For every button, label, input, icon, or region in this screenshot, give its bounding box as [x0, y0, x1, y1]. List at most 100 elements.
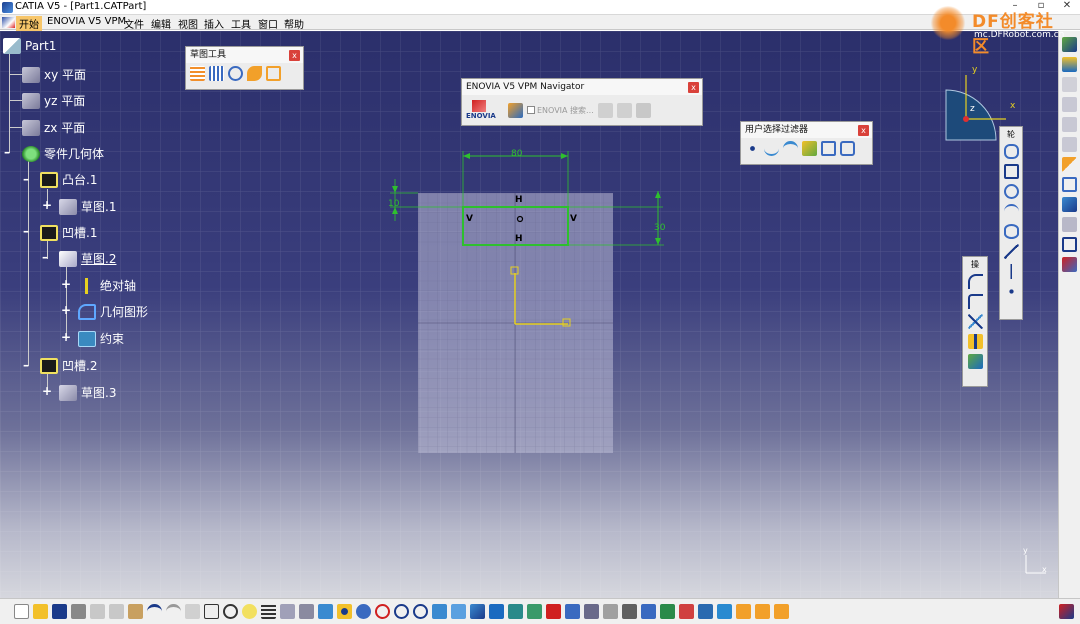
construction-element-icon[interactable]: [228, 66, 243, 81]
whats-this-icon[interactable]: [185, 604, 200, 619]
user-selection-filter-toolbar[interactable]: 用户选择过滤器 x: [740, 121, 873, 165]
tree-collapse-icon[interactable]: –: [4, 146, 14, 158]
profile-toolbar[interactable]: 轮: [999, 126, 1023, 320]
menu-enovia[interactable]: ENOVIA V5 VPM: [47, 16, 126, 27]
visualization-icon[interactable]: [1062, 137, 1077, 152]
menu-file[interactable]: 文件: [124, 16, 144, 31]
tree-expand-icon[interactable]: +: [61, 278, 71, 290]
sketch-analysis-icon[interactable]: [1062, 117, 1077, 132]
sketch-solving-icon[interactable]: [1062, 197, 1077, 212]
dimension-height[interactable]: 30: [654, 223, 665, 233]
fit-all-icon[interactable]: [337, 604, 352, 619]
measure-inertia-icon[interactable]: [584, 604, 599, 619]
enovia-search-option[interactable]: ENOVIA 搜索...: [527, 105, 594, 116]
tree-item-sketch-1[interactable]: 草图.1: [59, 198, 116, 215]
isometric-view-icon[interactable]: [470, 604, 485, 619]
dress-up-icon[interactable]: [755, 604, 770, 619]
menu-window[interactable]: 窗口: [258, 16, 278, 31]
curve-filter-icon[interactable]: [764, 141, 779, 156]
print-icon[interactable]: [71, 604, 86, 619]
tree-item-pocket-1[interactable]: 凹槽.1: [40, 224, 97, 241]
operation-toolbar[interactable]: 操: [962, 256, 988, 387]
mirror-icon[interactable]: [967, 334, 983, 349]
constraint-horizontal-top[interactable]: H: [515, 195, 523, 205]
boolean-operation-icon[interactable]: [736, 604, 751, 619]
constraint-vertical-left[interactable]: V: [466, 214, 473, 224]
operation-toolbar-title[interactable]: 操: [971, 261, 979, 269]
formula-icon[interactable]: [204, 604, 219, 619]
circle-icon[interactable]: [1003, 184, 1019, 199]
user-filter-title[interactable]: 用户选择过滤器: [741, 122, 872, 138]
snap-to-point-icon[interactable]: [209, 66, 224, 81]
cut-icon[interactable]: [90, 604, 105, 619]
measure-item-icon[interactable]: [565, 604, 580, 619]
user-filter-close-button[interactable]: x: [858, 125, 869, 136]
copy-icon[interactable]: [109, 604, 124, 619]
constraint-vertical-right[interactable]: V: [570, 214, 577, 224]
tree-expand-icon[interactable]: +: [42, 385, 52, 397]
auto-constraint-icon[interactable]: [1062, 237, 1077, 252]
cut-part-by-sketch-plane-icon[interactable]: [1062, 97, 1077, 112]
tree-expand-icon[interactable]: +: [61, 304, 71, 316]
point-icon[interactable]: [1003, 284, 1019, 299]
enovia-send-icon[interactable]: [508, 102, 523, 118]
ellipse-icon[interactable]: [1003, 224, 1019, 239]
zoom-out-icon[interactable]: [413, 604, 428, 619]
tree-item-zx-plane[interactable]: zx 平面: [22, 119, 85, 136]
part-body-icon[interactable]: [717, 604, 732, 619]
hide-show-icon[interactable]: [508, 604, 523, 619]
enovia-navigator-toolbar[interactable]: ENOVIA V5 VPM Navigator x ENOVIA ENOVIA …: [461, 78, 703, 126]
sketch-tools-title[interactable]: 草图工具: [186, 47, 303, 63]
dimension-width[interactable]: 80: [511, 149, 522, 159]
transformation-icon[interactable]: [774, 604, 789, 619]
menu-help[interactable]: 帮助: [284, 16, 304, 31]
geometric-element-filter-icon[interactable]: [840, 141, 855, 156]
geometric-constraints-icon[interactable]: [247, 66, 262, 81]
select-arrow-icon[interactable]: [1062, 157, 1077, 172]
enovia-disconnect-icon[interactable]: [616, 102, 632, 118]
tree-item-absolute-axis[interactable]: 绝对轴: [78, 277, 136, 294]
tree-item-pad-1[interactable]: 凸台.1: [40, 171, 97, 188]
profile-toolbar-title[interactable]: 轮: [1007, 131, 1015, 139]
profile-icon[interactable]: [1003, 144, 1019, 159]
surface-filter-icon[interactable]: [783, 141, 798, 156]
dimensional-constraints-icon[interactable]: [266, 66, 281, 81]
tree-item-pocket-2[interactable]: 凹槽.2: [40, 357, 97, 374]
project-3d-elements-icon[interactable]: [967, 354, 983, 369]
line-icon[interactable]: [1003, 244, 1019, 259]
tree-item-geometry[interactable]: 几何图形: [78, 303, 148, 320]
sketch-tools-toolbar[interactable]: 草图工具 x: [185, 46, 304, 90]
tree-item-sketch-2[interactable]: 草图.2: [59, 250, 116, 267]
fly-mode-icon[interactable]: [318, 604, 333, 619]
animate-constraint-icon[interactable]: [1062, 257, 1077, 272]
zoom-in-icon[interactable]: [394, 604, 409, 619]
menu-start[interactable]: 开始: [16, 16, 42, 31]
enovia-navigator-close-button[interactable]: x: [688, 82, 699, 93]
measure-icon[interactable]: [546, 604, 561, 619]
enovia-refresh-icon[interactable]: [597, 102, 613, 118]
volume-filter-icon[interactable]: [802, 141, 817, 156]
edit-multi-constraint-icon[interactable]: [1062, 217, 1077, 232]
rotate-icon[interactable]: [375, 604, 390, 619]
create-multi-view-icon[interactable]: [451, 604, 466, 619]
feature-element-filter-icon[interactable]: [821, 141, 836, 156]
pan-icon[interactable]: [356, 604, 371, 619]
constraint-icon[interactable]: [1062, 177, 1077, 192]
tree-item-part-body[interactable]: 零件几何体: [22, 145, 104, 162]
light-bulb-icon[interactable]: [242, 604, 257, 619]
datum-icon[interactable]: [698, 604, 713, 619]
save-icon[interactable]: [52, 604, 67, 619]
catia-menu-icon[interactable]: [2, 17, 15, 28]
enovia-search-checkbox[interactable]: [527, 106, 535, 114]
normal-view-icon[interactable]: [1062, 77, 1077, 92]
normal-view-icon[interactable]: [432, 604, 447, 619]
tree-collapse-icon[interactable]: –: [23, 359, 33, 371]
shading-icon[interactable]: [489, 604, 504, 619]
menu-view[interactable]: 视图: [178, 16, 198, 31]
law-icon[interactable]: [280, 604, 295, 619]
tree-item-sketch-3[interactable]: 草图.3: [59, 384, 116, 401]
tree-collapse-icon[interactable]: –: [42, 251, 52, 263]
photo-studio-icon[interactable]: [622, 604, 637, 619]
tree-collapse-icon[interactable]: –: [23, 173, 33, 185]
axis-line-icon[interactable]: [1003, 264, 1019, 279]
